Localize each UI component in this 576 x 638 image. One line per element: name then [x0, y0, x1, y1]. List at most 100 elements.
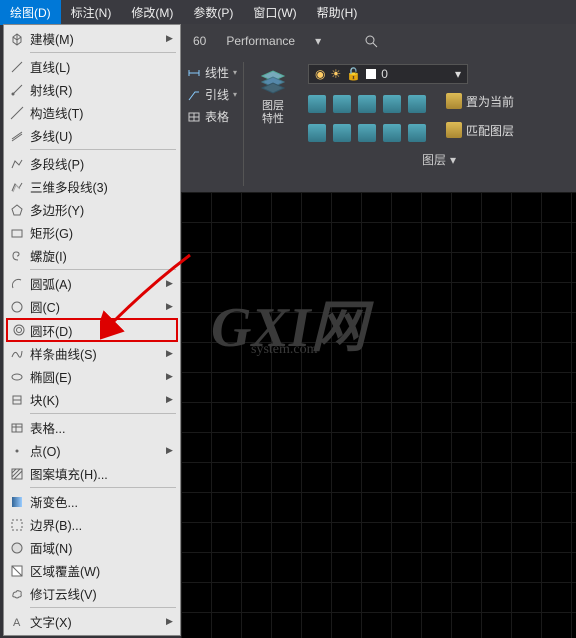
- leader-button[interactable]: 引线▾: [187, 86, 237, 103]
- separator: [30, 149, 176, 150]
- donut-icon: [8, 323, 30, 337]
- menu-item-multi[interactable]: 多线(U): [4, 124, 180, 147]
- multi-icon: [4, 129, 30, 143]
- menu-item-pline[interactable]: 多段线(P): [4, 152, 180, 175]
- menu-item-ellipse[interactable]: 椭圆(E)▶: [4, 365, 180, 388]
- menu-window[interactable]: 窗口(W): [243, 0, 306, 25]
- menu-item-spline[interactable]: 样条曲线(S)▶: [4, 342, 180, 365]
- circle-icon: [4, 300, 30, 314]
- submenu-arrow-icon: ▶: [166, 616, 180, 627]
- menu-item-label: 构造线(T): [30, 103, 166, 122]
- linear-dim-button[interactable]: 线性▾: [187, 64, 237, 81]
- spline-icon: [4, 347, 30, 361]
- menu-modify[interactable]: 修改(M): [121, 0, 183, 25]
- menu-item-hatch[interactable]: 图案填充(H)...: [4, 462, 180, 485]
- menu-item-pline3d[interactable]: 三维多段线(3): [4, 175, 180, 198]
- layer-tool-icon[interactable]: [358, 95, 376, 113]
- menu-item-label: 边界(B)...: [30, 515, 166, 534]
- submenu-arrow-icon: ▶: [166, 278, 180, 289]
- search-icon[interactable]: [363, 33, 379, 49]
- layer-tool-icon[interactable]: [383, 95, 401, 113]
- layer-tool-icon[interactable]: [408, 124, 426, 142]
- menu-annotate[interactable]: 标注(N): [61, 0, 122, 25]
- menu-item-block[interactable]: 块(K)▶: [4, 388, 180, 411]
- menu-item-boundary[interactable]: 边界(B)...: [4, 513, 180, 536]
- draw-dropdown: 建模(M)▶ 直线(L) 射线(R) 构造线(T) 多线(U) 多段线(P) 三维多段线(3…: [3, 24, 181, 636]
- boundary-icon: [4, 518, 30, 532]
- layer-properties-button[interactable]: 图层 特性: [250, 64, 296, 128]
- submenu-arrow-icon: ▶: [166, 445, 180, 456]
- layer-selector[interactable]: ◉ ☀ 🔓 0 ▾: [308, 64, 468, 84]
- sun-icon: ☀: [331, 67, 342, 81]
- point-icon: [4, 444, 30, 458]
- panel-title-layer[interactable]: 图层 ▾: [308, 147, 570, 172]
- cube-icon: [4, 32, 30, 46]
- menu-item-label: 多线(U): [30, 126, 166, 145]
- layer-tool-icon[interactable]: [408, 95, 426, 113]
- tab-partial[interactable]: 60: [185, 30, 214, 52]
- tab-performance[interactable]: Performance: [218, 30, 303, 52]
- menu-item-rect[interactable]: 矩形(G): [4, 221, 180, 244]
- layer-tools-row2: [308, 124, 426, 142]
- menu-item-line[interactable]: 直线(L): [4, 55, 180, 78]
- pline3d-icon: [4, 180, 30, 194]
- menu-item-label: 图案填充(H)...: [30, 464, 166, 483]
- menu-item-gradient[interactable]: 渐变色...: [4, 490, 180, 513]
- layer-tool-icon[interactable]: [383, 124, 401, 142]
- polygon-icon: [4, 203, 30, 217]
- menu-item-wipeout[interactable]: 区域覆盖(W): [4, 559, 180, 582]
- menu-item-label: 点(O): [30, 441, 166, 460]
- menu-item-ray[interactable]: 射线(R): [4, 78, 180, 101]
- menu-item-region[interactable]: 面域(N): [4, 536, 180, 559]
- menu-item-table[interactable]: 表格...: [4, 416, 180, 439]
- ellipse-icon: [4, 370, 30, 384]
- layer-tools-row1: [308, 95, 426, 113]
- menu-draw[interactable]: 绘图(D): [0, 0, 61, 25]
- menu-item-label: 多边形(Y): [30, 200, 166, 219]
- menu-item-donut[interactable]: 圆环(D): [6, 318, 178, 342]
- drawing-canvas[interactable]: GXI网 system.com: [181, 192, 576, 638]
- separator: [30, 487, 176, 488]
- menu-item-xline[interactable]: 构造线(T): [4, 101, 180, 124]
- wipeout-icon: [4, 564, 30, 578]
- match-layer-button[interactable]: 匹配图层: [446, 122, 514, 139]
- separator: [30, 413, 176, 414]
- tab-more-caret[interactable]: ▾: [307, 30, 329, 52]
- menu-item-label: 样条曲线(S): [30, 344, 166, 363]
- menu-help[interactable]: 帮助(H): [307, 0, 368, 25]
- menu-param[interactable]: 参数(P): [183, 0, 243, 25]
- chevron-down-icon: ▾: [455, 67, 461, 81]
- menu-item-revcloud[interactable]: 修订云线(V): [4, 582, 180, 605]
- layer-tool-icon[interactable]: [308, 95, 326, 113]
- menu-item-label: 三维多段线(3): [30, 177, 166, 196]
- submenu-arrow-icon: ▶: [166, 33, 180, 44]
- separator: [30, 607, 176, 608]
- layer-tool-icon[interactable]: [358, 124, 376, 142]
- menu-item-label: 螺旋(I): [30, 246, 166, 265]
- region-icon: [4, 541, 30, 555]
- menu-item-label: 圆弧(A): [30, 274, 166, 293]
- menu-item-point[interactable]: 点(O)▶: [4, 439, 180, 462]
- menu-item-text[interactable]: A文字(X)▶: [4, 610, 180, 633]
- menu-item-spiral[interactable]: 螺旋(I): [4, 244, 180, 267]
- svg-text:A: A: [13, 617, 21, 629]
- menu-item-label: 面域(N): [30, 538, 166, 557]
- layer-tool-icon[interactable]: [308, 124, 326, 142]
- menu-item-circle[interactable]: 圆(C)▶: [4, 295, 180, 318]
- menu-item-arc[interactable]: 圆弧(A)▶: [4, 272, 180, 295]
- separator: [30, 269, 176, 270]
- menu-item-cube[interactable]: 建模(M)▶: [4, 27, 180, 50]
- ribbon-annotate-col: 线性▾ 引线▾ 表格: [181, 62, 243, 186]
- set-current-layer-button[interactable]: 置为当前: [446, 93, 514, 110]
- layer-tool-icon[interactable]: [333, 95, 351, 113]
- square-icon: [366, 69, 376, 79]
- rect-icon: [4, 226, 30, 240]
- line-icon: [4, 60, 30, 74]
- lock-icon: 🔓: [346, 67, 361, 81]
- layer-tool-icon[interactable]: [333, 124, 351, 142]
- menu-item-polygon[interactable]: 多边形(Y): [4, 198, 180, 221]
- table-button[interactable]: 表格: [187, 108, 237, 125]
- menu-item-label: 射线(R): [30, 80, 166, 99]
- ribbon-ext: [363, 33, 379, 49]
- pline-icon: [4, 157, 30, 171]
